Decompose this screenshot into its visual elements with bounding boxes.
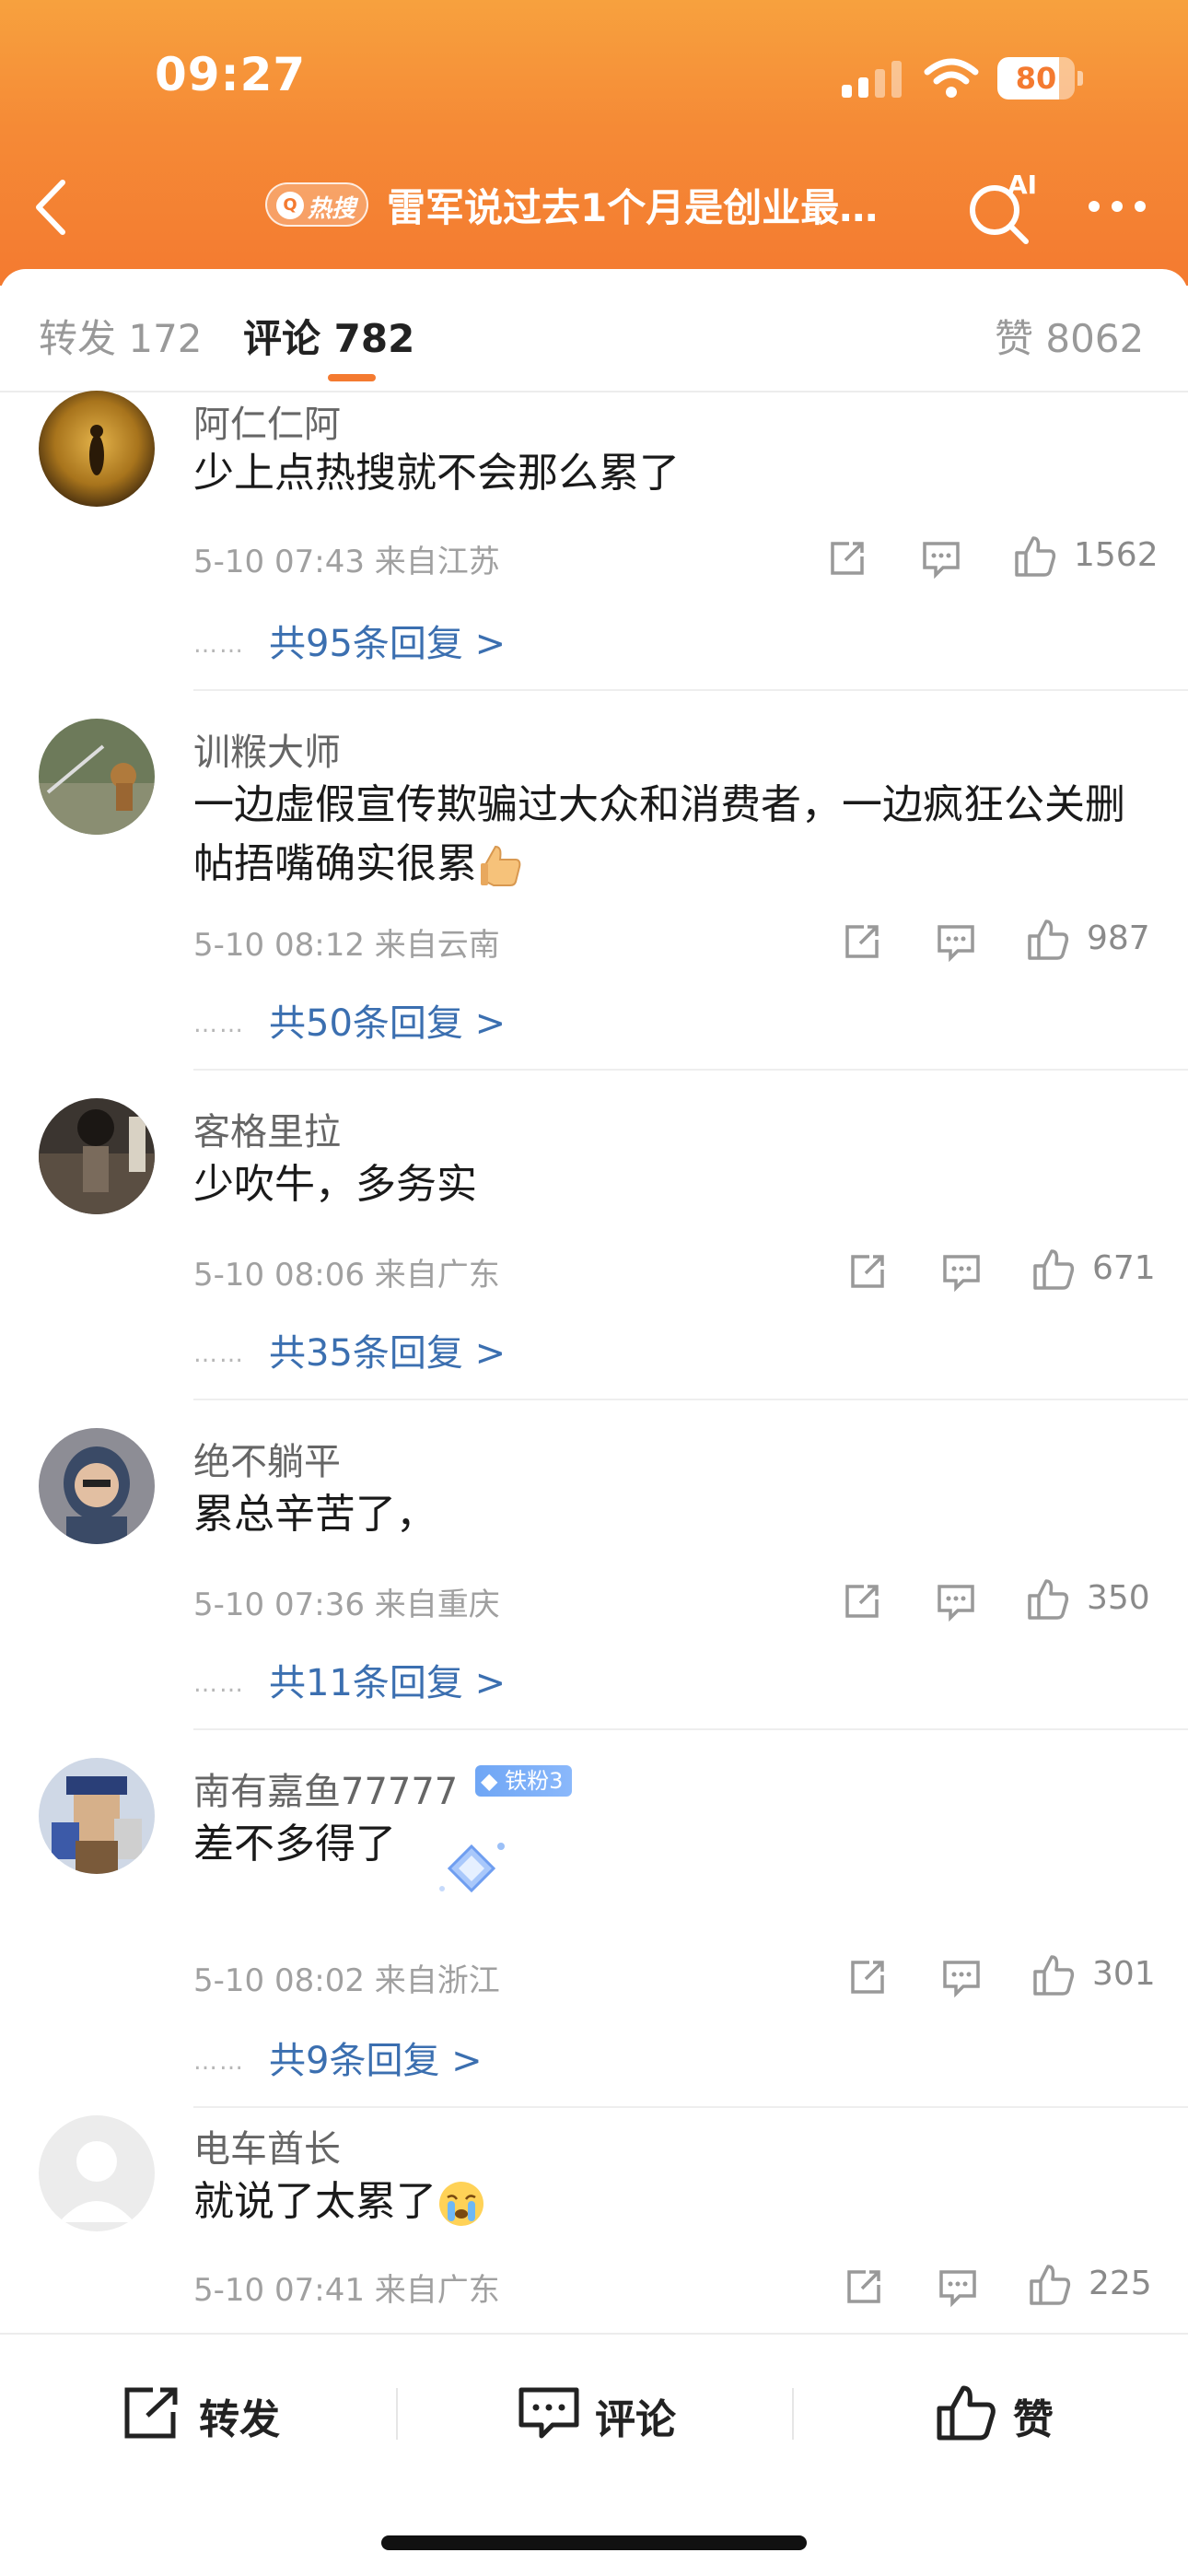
back-icon[interactable] — [26, 175, 77, 240]
more-icon[interactable] — [1085, 195, 1149, 217]
ai-search-button[interactable]: AI — [965, 170, 1039, 245]
avatar[interactable] — [39, 1758, 155, 1874]
reply-icon[interactable] — [936, 2265, 980, 2309]
home-indicator — [381, 2535, 807, 2550]
like-count: 1562 — [1074, 536, 1159, 574]
comment-label: 评论 — [595, 2396, 676, 2443]
like-icon[interactable] — [1031, 1247, 1076, 1292]
avatar[interactable] — [39, 2115, 155, 2231]
header: 09:27 80 Q 热搜 雷军说过去1个月是创业最… AI — [0, 0, 1188, 286]
bottom-forward-button[interactable]: 转发 — [122, 2381, 306, 2445]
share-icon[interactable] — [825, 536, 869, 580]
like-count: 671 — [1092, 1249, 1156, 1287]
reply-icon[interactable] — [939, 1249, 984, 1294]
tab-active-indicator — [328, 374, 376, 381]
comment-username[interactable]: 训糇大师 — [193, 722, 341, 776]
comment-text: 少吹牛，多务实 — [193, 1161, 477, 1208]
share-icon[interactable] — [840, 1579, 884, 1623]
like-count: 350 — [1087, 1579, 1150, 1617]
comment-meta: 5-10 08:12 来自云南 — [193, 927, 500, 964]
forward-label: 转发 — [199, 2396, 280, 2443]
comment-text: 差不多得了 — [193, 1821, 396, 1868]
like-icon[interactable] — [1026, 918, 1070, 962]
comment-divider — [193, 1728, 1188, 1730]
replies-link[interactable]: …… 共50条回复 > — [193, 993, 506, 1047]
comment-username[interactable]: 绝不躺平 — [193, 1432, 341, 1485]
like-icon[interactable] — [1026, 1577, 1070, 1622]
battery-icon: 80 — [997, 57, 1083, 100]
signal-icon — [842, 61, 902, 98]
comment-text: 一边虚假宣传欺骗过大众和消费者，一边疯狂公关删帖捂嘴确实很累 — [193, 776, 1142, 894]
reply-icon[interactable] — [934, 1579, 978, 1623]
share-icon[interactable] — [840, 919, 884, 964]
share-icon[interactable] — [845, 1955, 890, 1999]
like-count: 987 — [1087, 919, 1150, 957]
replies-link[interactable]: …… 共9条回复 > — [193, 2031, 483, 2084]
comment-icon — [518, 2387, 579, 2439]
replies-link[interactable]: …… 共95条回复 > — [193, 614, 506, 667]
thumbs-up-emoji-icon — [481, 845, 521, 886]
bottom-divider — [792, 2388, 794, 2440]
comment-username[interactable]: 电车酋长 — [193, 2119, 341, 2172]
bottom-like-button[interactable]: 赞 — [936, 2381, 1083, 2445]
bottom-divider — [396, 2388, 398, 2440]
avatar[interactable] — [39, 719, 155, 835]
like-label: 赞 — [1013, 2396, 1054, 2443]
comment-divider — [193, 1399, 1188, 1400]
battery-level: 80 — [1015, 61, 1057, 96]
svg-text:AI: AI — [1007, 170, 1037, 200]
reply-icon[interactable] — [934, 919, 978, 964]
comment-divider — [193, 689, 1188, 691]
comment-meta: 5-10 08:02 来自浙江 — [193, 1962, 500, 1999]
reply-icon[interactable] — [939, 1955, 984, 1999]
comment-text: 累总辛苦了， — [193, 1491, 437, 1538]
tab-forward[interactable]: 转发 172 — [39, 308, 203, 364]
crying-emoji-icon — [439, 2182, 483, 2226]
page-title[interactable]: 雷军说过去1个月是创业最… — [387, 177, 878, 233]
reply-icon[interactable] — [919, 536, 963, 580]
like-icon[interactable] — [1028, 2263, 1072, 2307]
ai-search-icon: AI — [970, 170, 1037, 244]
like-icon — [937, 2385, 996, 2441]
avatar[interactable] — [39, 391, 155, 507]
search-lens-icon: Q — [276, 192, 304, 219]
comment-divider — [193, 1069, 1188, 1071]
wifi-icon — [924, 58, 979, 98]
hot-badge-label: 热搜 — [308, 195, 356, 223]
tab-comments[interactable]: 评论 782 — [243, 308, 414, 364]
status-time: 09:27 — [155, 48, 307, 101]
tab-divider — [0, 391, 1188, 392]
diamond-sticker-icon — [439, 1843, 505, 1893]
replies-link[interactable]: …… 共11条回复 > — [193, 1653, 506, 1706]
replies-link[interactable]: …… 共35条回复 > — [193, 1323, 506, 1376]
comment-username[interactable]: 南有嘉鱼77777 — [193, 1762, 458, 1815]
comment-username[interactable]: 客格里拉 — [193, 1102, 341, 1155]
comment-meta: 5-10 07:41 来自广东 — [193, 2272, 500, 2309]
avatar[interactable] — [39, 1098, 155, 1214]
comment-divider — [193, 2106, 1188, 2108]
hot-search-badge[interactable]: Q 热搜 — [265, 182, 368, 227]
comment-meta: 5-10 08:06 来自广东 — [193, 1257, 500, 1294]
comment-text: 就说了太累了 — [193, 2172, 1142, 2231]
comment-meta: 5-10 07:36 来自重庆 — [193, 1587, 500, 1623]
avatar[interactable] — [39, 1428, 155, 1544]
comment-username[interactable]: 阿仁仁阿 — [193, 394, 341, 448]
share-icon[interactable] — [842, 2265, 886, 2309]
like-count: 225 — [1089, 2265, 1152, 2302]
bottom-comment-button[interactable]: 评论 — [518, 2381, 702, 2445]
comment-text: 少上点热搜就不会那么累了 — [193, 450, 680, 497]
share-icon[interactable] — [845, 1249, 890, 1294]
fan-badge: ◆ 铁粉3 — [475, 1765, 573, 1797]
like-count: 301 — [1092, 1955, 1156, 1993]
like-icon[interactable] — [1013, 534, 1057, 579]
like-icon[interactable] — [1031, 1953, 1076, 1997]
tab-likes[interactable]: 赞 8062 — [995, 308, 1144, 364]
forward-icon — [124, 2387, 178, 2439]
comment-meta: 5-10 07:43 来自江苏 — [193, 544, 500, 580]
